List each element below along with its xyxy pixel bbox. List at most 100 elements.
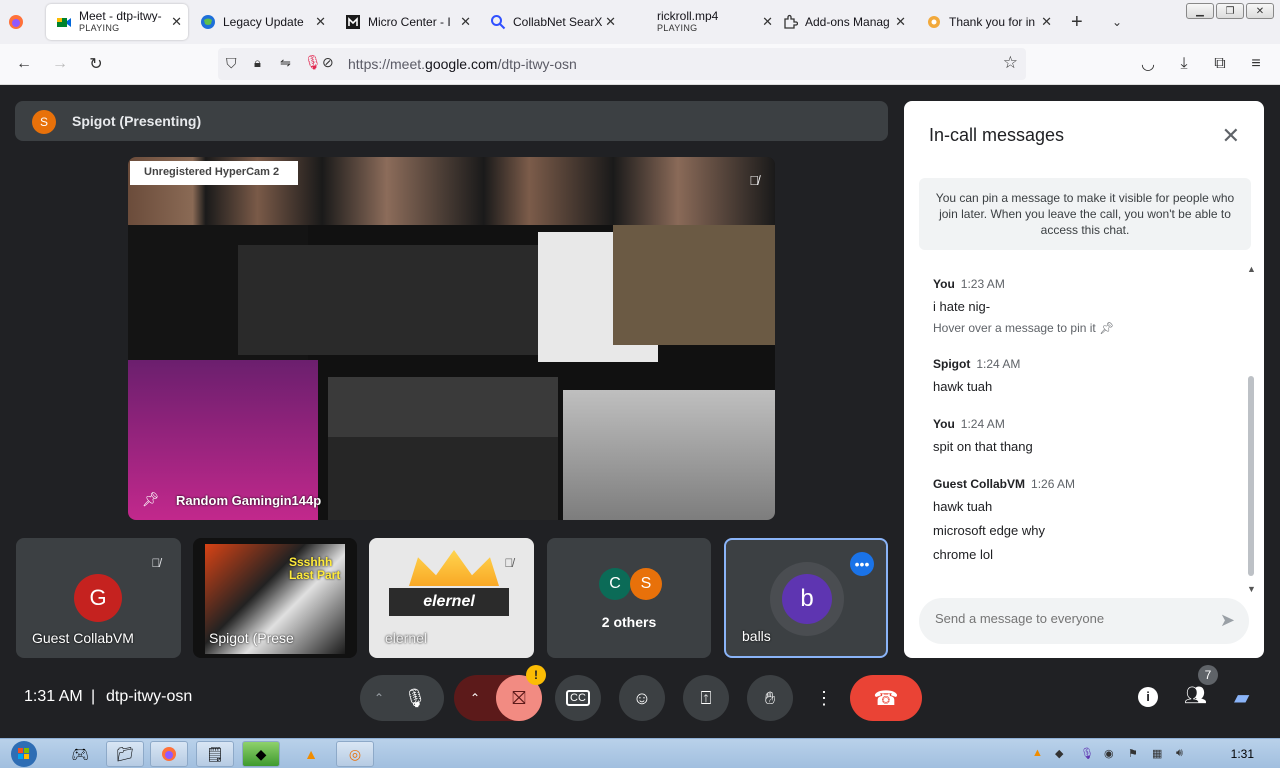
close-tab-icon[interactable]: ✕ bbox=[315, 14, 326, 30]
close-tab-icon[interactable]: ✕ bbox=[171, 14, 182, 30]
message-sender: You bbox=[933, 277, 955, 291]
extensions-button[interactable]: ⧉ bbox=[1210, 54, 1230, 74]
participant-tile[interactable]: 🎙̸ G Guest CollabVM bbox=[16, 538, 181, 658]
chat-icon: ▰ bbox=[1234, 687, 1250, 709]
network-icon[interactable]: ▦ bbox=[1152, 747, 1162, 760]
forward-button[interactable]: → bbox=[50, 54, 70, 74]
close-tab-icon[interactable]: ✕ bbox=[605, 14, 616, 30]
microcenter-icon bbox=[345, 14, 361, 30]
taskbar-firefox[interactable] bbox=[150, 741, 188, 767]
taskbar-app[interactable]: 🗒︎ bbox=[196, 741, 234, 767]
chat-scrollbar[interactable]: ▲ ▼ bbox=[1246, 264, 1256, 594]
close-window-button[interactable]: ✕ bbox=[1246, 3, 1274, 19]
participant-tile-self[interactable]: ••• b balls bbox=[724, 538, 888, 658]
video-settings-button[interactable]: ⌃ bbox=[470, 691, 480, 705]
audio-settings-button[interactable]: ⌃ bbox=[374, 691, 384, 705]
back-button[interactable]: ← bbox=[14, 54, 34, 74]
permissions-icon[interactable]: ⇋ bbox=[280, 55, 291, 71]
more-options-button[interactable]: ⋮ bbox=[811, 675, 837, 721]
microphone-tray-icon[interactable]: 🎙︎ bbox=[1080, 747, 1094, 760]
chat-pin-info: You can pin a message to make it visible… bbox=[919, 178, 1251, 250]
microphone-button[interactable]: 🎙︎ bbox=[398, 681, 432, 715]
start-button[interactable] bbox=[6, 739, 42, 768]
chat-message[interactable]: You 1:23 AM i hate nig- Hover over a mess… bbox=[933, 277, 1238, 335]
tray-icon[interactable]: ◆ bbox=[1055, 747, 1063, 760]
new-tab-button[interactable]: + bbox=[1071, 4, 1089, 40]
message-sender: You bbox=[933, 417, 955, 431]
taskbar-app[interactable]: ◆ bbox=[242, 741, 280, 767]
chat-panel: In-call messages ✕ You can pin a message… bbox=[904, 101, 1264, 658]
pin-icon[interactable]: 📌︎ bbox=[1099, 321, 1114, 335]
flag-icon[interactable]: ⚑ bbox=[1128, 747, 1138, 760]
chat-button[interactable]: ▰ bbox=[1234, 685, 1249, 710]
participant-tile[interactable]: elernel 🎙̸ elernel bbox=[369, 538, 534, 658]
reload-button[interactable]: ↻ bbox=[86, 54, 106, 74]
tab-collabnet-searx[interactable]: CollabNet SearX ✕ bbox=[490, 4, 622, 40]
participant-tile[interactable]: Ssshhh Last Part Spigot (Prese bbox=[193, 538, 357, 658]
chat-message[interactable]: Guest CollabVM 1:26 AM hawk tuah microsof… bbox=[933, 477, 1238, 563]
tab-rickroll[interactable]: rickroll.mp4 PLAYING ✕ bbox=[657, 4, 773, 40]
bookmark-star-icon[interactable]: ☆ bbox=[1003, 53, 1018, 73]
avatar: G bbox=[74, 574, 122, 622]
taskbar-app[interactable]: 📁︎ bbox=[106, 741, 144, 767]
chat-input-box[interactable]: ➤ bbox=[919, 598, 1249, 644]
screen-share-video[interactable]: Unregistered HyperCam 2 🎙̸ 📌︎ Random Gam… bbox=[128, 157, 775, 520]
close-tab-icon[interactable]: ✕ bbox=[1041, 14, 1052, 30]
vlc-tray-icon[interactable]: ▲ bbox=[1032, 747, 1043, 759]
taskbar-clock[interactable]: 1:31 bbox=[1231, 747, 1254, 761]
info-icon: i bbox=[1138, 687, 1158, 707]
pin-icon[interactable]: 📌︎ bbox=[142, 491, 160, 508]
chat-messages: You 1:23 AM i hate nig- Hover over a mess… bbox=[933, 277, 1238, 569]
lock-icon[interactable]: 🔒︎ bbox=[254, 55, 261, 71]
shield-icon[interactable]: ⛉ bbox=[226, 55, 237, 72]
chat-message[interactable]: You 1:24 AM spit on that thang bbox=[933, 417, 1238, 455]
taskbar-vlc[interactable]: ▲ bbox=[292, 741, 330, 767]
scroll-thumb[interactable] bbox=[1248, 376, 1254, 576]
leave-call-button[interactable]: ☎︎ bbox=[850, 675, 922, 721]
close-tab-icon[interactable]: ✕ bbox=[762, 14, 773, 30]
url-bar[interactable]: ⛉ 🔒︎ ⇋ 🎙︎ ⊘ https://meet.google.com/dtp-… bbox=[218, 48, 1026, 80]
taskbar-app[interactable]: ◎ bbox=[336, 741, 374, 767]
present-screen-button[interactable]: ⍐ bbox=[683, 675, 729, 721]
browser-tab-bar: Meet - dtp-itwy- PLAYING ✕ Legacy Update… bbox=[0, 0, 1280, 44]
chat-message[interactable]: Spigot 1:24 AM hawk tuah bbox=[933, 357, 1238, 395]
tab-micro-center[interactable]: Micro Center - I ✕ bbox=[345, 4, 477, 40]
tab-meet[interactable]: Meet - dtp-itwy- PLAYING ✕ bbox=[46, 4, 188, 40]
camera-blocked-icon[interactable]: ⊘ bbox=[322, 54, 334, 71]
taskbar-app[interactable]: 🎮︎ bbox=[62, 741, 98, 767]
close-tab-icon[interactable]: ✕ bbox=[460, 14, 471, 30]
chat-message-input[interactable] bbox=[935, 611, 1195, 626]
url-text[interactable]: https://meet.google.com/dtp-itwy-osn bbox=[348, 56, 577, 72]
send-button[interactable]: ➤ bbox=[1220, 610, 1235, 631]
microphone-permission-icon[interactable]: 🎙︎ bbox=[304, 54, 322, 71]
meeting-details-button[interactable]: i bbox=[1138, 685, 1158, 707]
others-tile[interactable]: C S 2 others bbox=[547, 538, 711, 658]
more-options-button[interactable]: ••• bbox=[850, 552, 874, 576]
app-menu-button[interactable]: ≡ bbox=[1246, 54, 1266, 74]
pocket-button[interactable]: ◡ bbox=[1138, 54, 1158, 74]
chevron-up-icon[interactable]: ▲ bbox=[1247, 264, 1256, 274]
downloads-button[interactable]: ⤓ bbox=[1174, 54, 1194, 74]
raise-hand-button[interactable]: ✋︎ bbox=[747, 675, 793, 721]
minimize-button[interactable]: ▁ bbox=[1186, 3, 1214, 19]
chevron-down-icon[interactable]: ▼ bbox=[1247, 584, 1256, 594]
firefox-menu-button[interactable] bbox=[8, 4, 36, 40]
hamburger-menu-icon: ≡ bbox=[1251, 55, 1261, 72]
microphone-icon: 🎙︎ bbox=[403, 687, 427, 708]
maximize-button[interactable]: ❐ bbox=[1216, 3, 1244, 19]
tab-title: Meet - dtp-itwy- bbox=[79, 10, 162, 22]
reactions-button[interactable]: ☺ bbox=[619, 675, 665, 721]
message-sender: Guest CollabVM bbox=[933, 477, 1026, 491]
captions-button[interactable]: CC bbox=[555, 675, 601, 721]
volume-icon[interactable]: 🔊︎ bbox=[1176, 747, 1183, 760]
list-all-tabs-button[interactable]: ⌄ bbox=[1112, 4, 1130, 40]
tab-addons[interactable]: Add-ons Manag ✕ bbox=[782, 4, 912, 40]
tab-thank-you[interactable]: Thank you for in ✕ bbox=[926, 4, 1058, 40]
video-overlay-text: Ssshhh Last Part bbox=[289, 555, 341, 582]
close-chat-button[interactable]: ✕ bbox=[1222, 123, 1240, 149]
tab-legacy-update[interactable]: Legacy Update ✕ bbox=[200, 4, 332, 40]
tab-playing-label: PLAYING bbox=[657, 23, 698, 33]
people-button[interactable]: 👥︎ 7 bbox=[1184, 665, 1218, 706]
close-tab-icon[interactable]: ✕ bbox=[895, 14, 906, 30]
tray-icon[interactable]: ◉ bbox=[1104, 747, 1114, 760]
